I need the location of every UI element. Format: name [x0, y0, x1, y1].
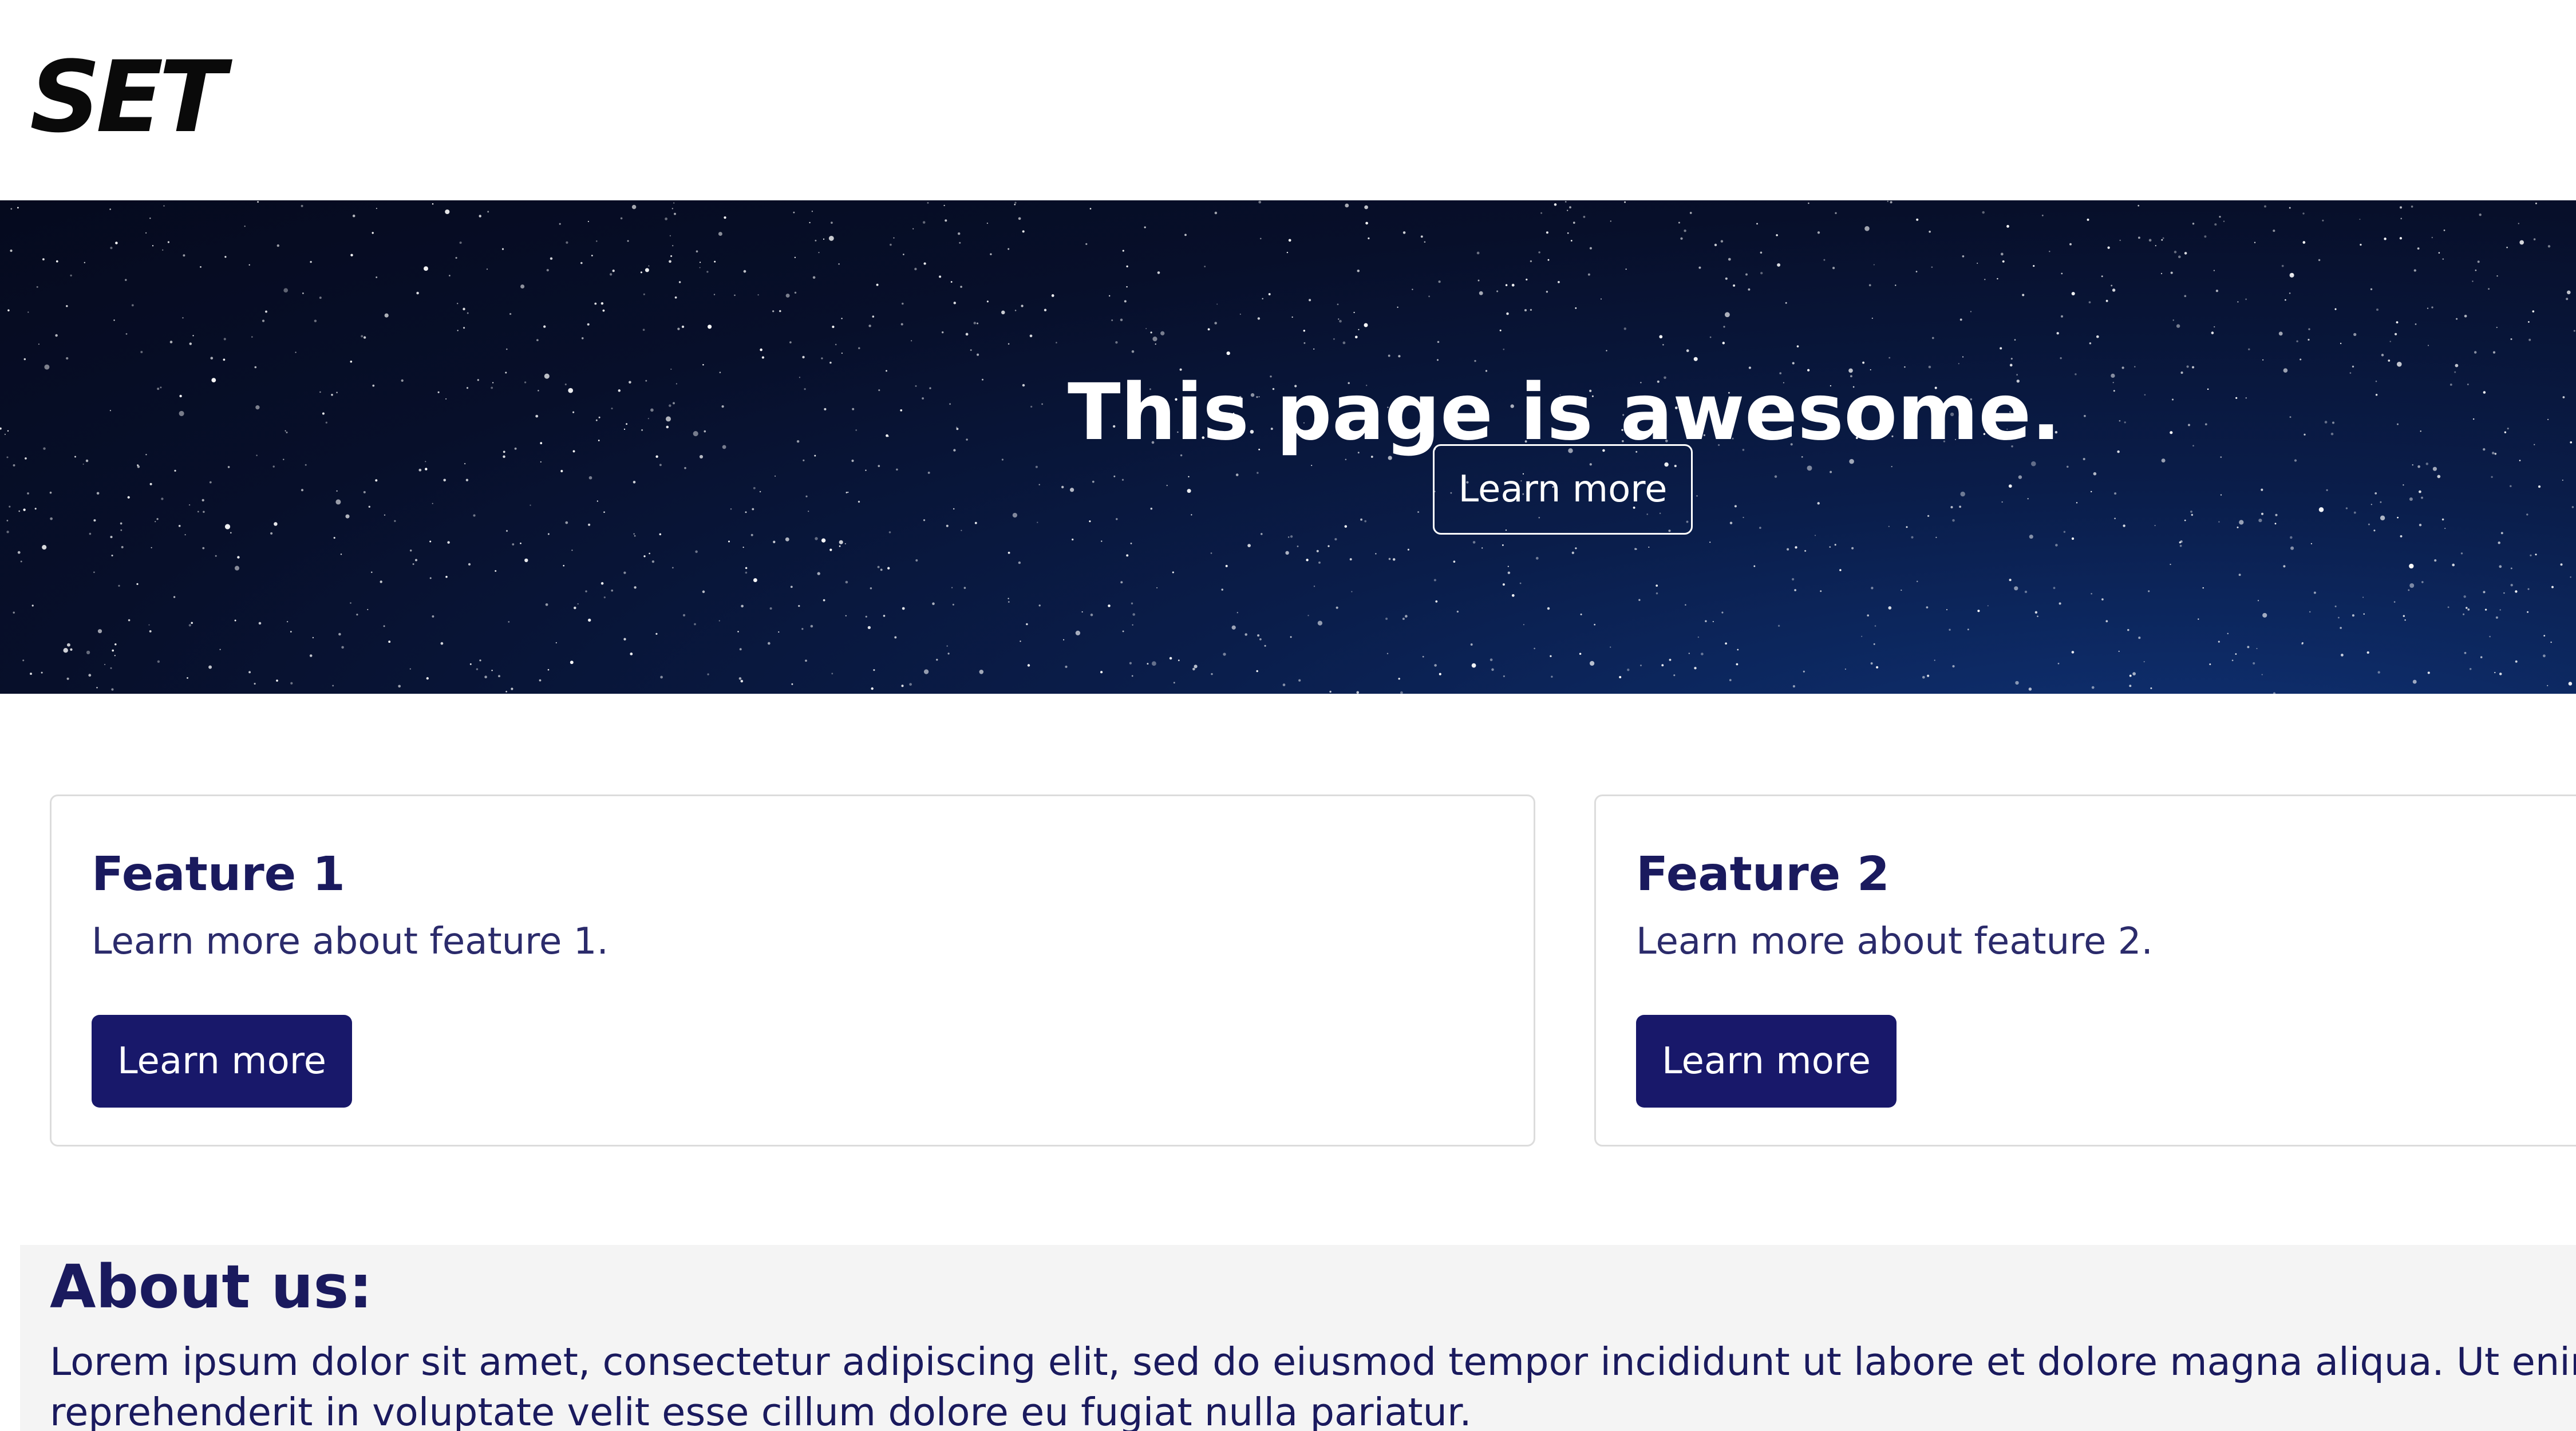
feature-title: Feature 2: [1636, 847, 1890, 902]
feature-card-1: Feature 1 Learn more about feature 1. Le…: [50, 794, 1535, 1147]
about-section: About us: Lorem ipsum dolor sit amet, co…: [20, 1245, 2576, 1431]
feature-card-2: Feature 2 Learn more about feature 2. Le…: [1594, 794, 2576, 1147]
about-text: Lorem ipsum dolor sit amet, consectetur …: [50, 1339, 2576, 1431]
feature-description: Learn more about feature 1.: [92, 920, 609, 963]
hero-learn-more-button[interactable]: Learn more: [1433, 444, 1693, 535]
feature-2-learn-more-button[interactable]: Learn more: [1636, 1015, 1897, 1108]
site-logo[interactable]: SET: [30, 31, 226, 163]
about-title: About us:: [50, 1252, 373, 1322]
feature-title: Feature 1: [92, 847, 345, 902]
feature-1-learn-more-button[interactable]: Learn more: [92, 1015, 352, 1108]
hero-banner: This page is awesome. Learn more: [0, 200, 2576, 694]
site-header: SET: [0, 0, 2576, 200]
feature-description: Learn more about feature 2.: [1636, 920, 2153, 963]
hero-title: This page is awesome.: [1067, 367, 2061, 458]
